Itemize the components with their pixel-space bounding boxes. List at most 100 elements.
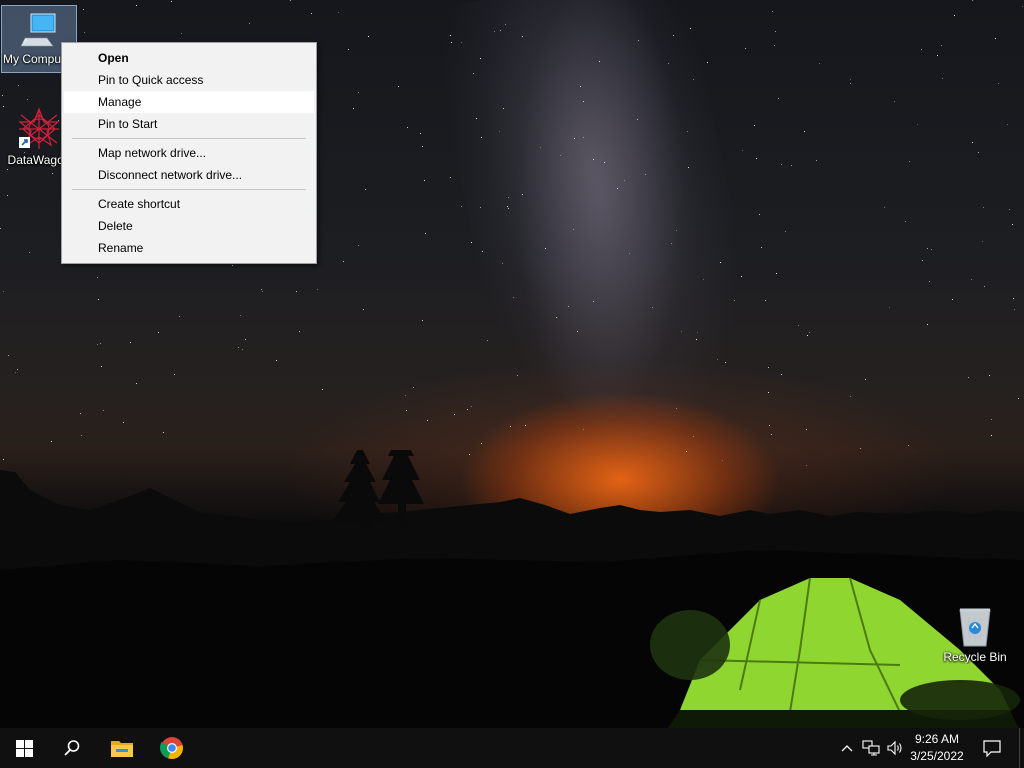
star xyxy=(240,315,241,316)
star xyxy=(500,30,501,31)
show-desktop-button[interactable] xyxy=(1019,728,1024,768)
star xyxy=(676,230,677,231)
star xyxy=(629,253,630,254)
star xyxy=(604,162,605,163)
star xyxy=(163,432,164,433)
star xyxy=(756,158,757,159)
star xyxy=(696,339,697,340)
star xyxy=(3,291,4,292)
star xyxy=(311,13,312,14)
star xyxy=(540,147,541,148)
star xyxy=(804,131,805,132)
star xyxy=(480,58,481,59)
star xyxy=(181,33,182,34)
taskbar-file-explorer[interactable] xyxy=(98,728,146,768)
taskbar-chrome[interactable] xyxy=(148,728,196,768)
star xyxy=(338,12,339,13)
notification-icon xyxy=(983,739,1001,757)
star xyxy=(83,9,84,10)
menu-item-disconnect-network-drive[interactable]: Disconnect network drive... xyxy=(64,164,314,186)
star xyxy=(29,252,30,253)
star xyxy=(745,48,746,49)
search-icon xyxy=(64,740,80,756)
star xyxy=(1014,309,1015,310)
star xyxy=(276,360,277,361)
star xyxy=(1007,124,1008,125)
tray-show-hidden-button[interactable] xyxy=(838,728,856,768)
context-menu: Open Pin to Quick access Manage Pin to S… xyxy=(61,42,317,264)
star xyxy=(690,28,691,29)
star xyxy=(481,443,482,444)
star xyxy=(467,409,468,410)
star xyxy=(850,83,851,84)
star xyxy=(982,241,983,242)
menu-separator xyxy=(72,138,306,139)
star xyxy=(461,42,462,43)
tray-clock[interactable]: 9:26 AM 3/25/2022 xyxy=(902,731,972,765)
star xyxy=(405,395,406,396)
star xyxy=(101,366,102,367)
star xyxy=(798,325,799,326)
menu-item-create-shortcut[interactable]: Create shortcut xyxy=(64,193,314,215)
menu-item-manage[interactable]: Manage xyxy=(64,91,314,113)
star xyxy=(593,301,594,302)
mountain-silhouette xyxy=(0,450,1024,728)
star xyxy=(103,410,104,411)
star xyxy=(358,245,359,246)
tray-network-button[interactable] xyxy=(860,728,882,768)
star xyxy=(908,445,909,446)
star xyxy=(480,207,481,208)
star xyxy=(508,197,509,198)
star xyxy=(941,45,942,46)
star xyxy=(637,119,638,120)
star xyxy=(1013,298,1014,299)
star xyxy=(995,38,996,39)
star xyxy=(772,11,773,12)
star xyxy=(322,389,323,390)
star xyxy=(136,5,137,6)
star xyxy=(8,355,9,356)
star xyxy=(522,36,523,37)
star xyxy=(754,125,755,126)
menu-item-rename[interactable]: Rename xyxy=(64,237,314,259)
star xyxy=(15,372,16,373)
menu-item-delete[interactable]: Delete xyxy=(64,215,314,237)
star xyxy=(422,146,423,147)
search-button[interactable] xyxy=(48,728,96,768)
star xyxy=(850,396,851,397)
star xyxy=(507,206,508,207)
star xyxy=(771,434,772,435)
star xyxy=(668,63,669,64)
star xyxy=(703,279,704,280)
star xyxy=(568,306,569,307)
star xyxy=(720,262,721,263)
star xyxy=(774,45,775,46)
star xyxy=(991,435,992,436)
star xyxy=(420,133,421,134)
desktop-icon-recycle-bin[interactable]: Recycle Bin xyxy=(937,600,1013,670)
star xyxy=(1009,209,1010,210)
star xyxy=(778,98,779,99)
menu-item-pin-to-quick-access[interactable]: Pin to Quick access xyxy=(64,69,314,91)
star xyxy=(406,410,407,411)
star xyxy=(100,343,101,344)
star xyxy=(989,375,990,376)
star xyxy=(889,307,890,308)
menu-item-map-network-drive[interactable]: Map network drive... xyxy=(64,142,314,164)
star xyxy=(909,161,910,162)
star xyxy=(1012,224,1013,225)
start-button[interactable] xyxy=(0,728,48,768)
star xyxy=(505,24,506,25)
star xyxy=(725,362,726,363)
action-center-button[interactable] xyxy=(976,728,1008,768)
star xyxy=(508,208,509,209)
star xyxy=(503,108,504,109)
star xyxy=(522,194,523,195)
menu-item-open[interactable]: Open xyxy=(64,47,314,69)
menu-item-pin-to-start[interactable]: Pin to Start xyxy=(64,113,314,135)
recycle-bin-icon xyxy=(959,608,991,647)
star xyxy=(348,49,349,50)
star xyxy=(807,335,808,336)
star xyxy=(983,207,984,208)
star xyxy=(427,420,428,421)
